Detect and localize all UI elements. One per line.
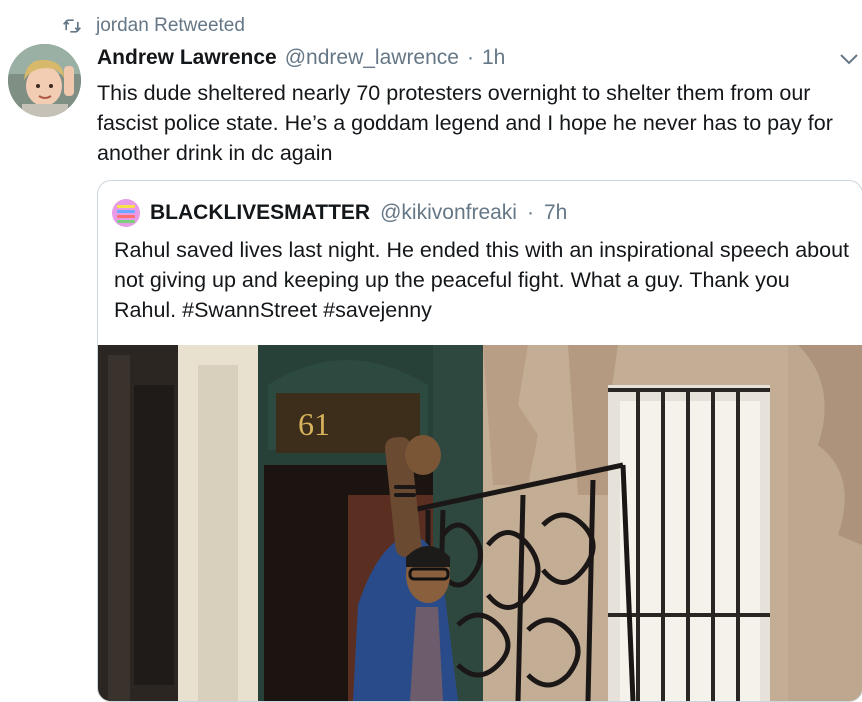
- tweet-text: This dude sheltered nearly 70 protesters…: [97, 81, 833, 165]
- door-number: 61: [298, 406, 330, 442]
- separator-dot: ·: [466, 46, 474, 69]
- photo-man-fist-raised: 61: [98, 345, 862, 701]
- retweet-context: jordan Retweeted: [62, 14, 245, 38]
- quoted-author-name[interactable]: BLACKLIVESMATTER: [150, 201, 370, 225]
- quoted-tweet-text: Rahul saved lives last night. He ended t…: [114, 238, 850, 322]
- quoted-author-handle[interactable]: @kikivonfreaki: [380, 201, 517, 225]
- tweet-header: Andrew Lawrence @ndrew_lawrence · 1h: [97, 46, 505, 70]
- author-handle[interactable]: @ndrew_lawrence: [285, 46, 459, 70]
- quoted-tweet-header: BLACKLIVESMATTER @kikivonfreaki · 7h: [112, 199, 567, 227]
- retweet-icon: [63, 19, 81, 33]
- quoted-tweet-photo[interactable]: 61: [98, 345, 862, 701]
- chevron-down-icon[interactable]: [838, 50, 860, 68]
- author-name[interactable]: Andrew Lawrence: [97, 46, 277, 70]
- quoted-tweet-timestamp[interactable]: 7h: [544, 201, 567, 225]
- tweet-timestamp[interactable]: 1h: [482, 46, 505, 70]
- retweet-label[interactable]: jordan Retweeted: [96, 15, 245, 37]
- separator-dot: ·: [526, 201, 534, 224]
- blm-avatar[interactable]: [112, 199, 140, 227]
- user-avatar[interactable]: [8, 44, 81, 117]
- avatar-image: [8, 44, 81, 117]
- quoted-tweet[interactable]: BLACKLIVESMATTER @kikivonfreaki · 7h Rah…: [97, 180, 862, 702]
